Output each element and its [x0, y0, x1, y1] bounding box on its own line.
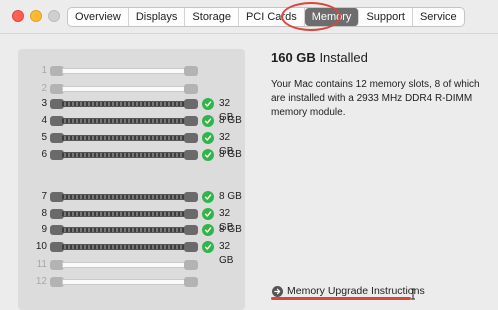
close-window-button[interactable]	[12, 10, 24, 22]
zoom-window-button[interactable]	[48, 10, 60, 22]
annotation-underline	[271, 297, 411, 300]
slot-number: 8	[41, 208, 47, 219]
slot-number: 2	[41, 83, 47, 94]
empty-slot-icon	[50, 260, 198, 270]
memory-slot-row: 7 8 GB	[18, 190, 245, 204]
memory-module-icon	[50, 209, 198, 219]
installed-summary: 160 GB Installed	[271, 50, 368, 65]
slot-number: 11	[36, 259, 47, 270]
tab-support[interactable]: Support	[359, 8, 413, 26]
memory-module-icon	[50, 133, 198, 143]
slot-number: 9	[41, 224, 47, 235]
memory-slot-row: 11	[18, 258, 245, 272]
slot-number: 6	[41, 149, 47, 160]
tab-displays[interactable]: Displays	[129, 8, 186, 26]
installed-value: 160 GB	[271, 50, 316, 65]
divider	[0, 33, 498, 34]
memory-slot-row: 1	[18, 64, 245, 78]
tab-bar: Overview Displays Storage PCI Cards Memo…	[67, 7, 465, 27]
memory-upgrade-link[interactable]: Memory Upgrade Instructions	[272, 284, 425, 298]
checkmark-icon	[202, 132, 214, 144]
checkmark-icon	[202, 98, 214, 110]
memory-slot-row: 9 8 GB	[18, 223, 245, 237]
tab-storage[interactable]: Storage	[185, 8, 239, 26]
slot-number: 5	[41, 132, 47, 143]
memory-upgrade-link-label: Memory Upgrade Instructions	[287, 285, 425, 297]
tab-pci-cards[interactable]: PCI Cards	[239, 8, 305, 26]
checkmark-icon	[202, 115, 214, 127]
tab-memory[interactable]: Memory	[304, 8, 360, 26]
checkmark-icon	[202, 208, 214, 220]
checkmark-icon	[202, 241, 214, 253]
slot-number: 10	[35, 241, 47, 252]
memory-module-icon	[50, 192, 198, 202]
tab-overview[interactable]: Overview	[68, 8, 129, 26]
memory-module-icon	[50, 116, 198, 126]
slot-size: 8 GB	[219, 224, 242, 235]
memory-slot-row: 3 32 GB	[18, 97, 245, 123]
slot-number: 3	[41, 98, 47, 109]
empty-slot-icon	[50, 84, 198, 94]
minimize-window-button[interactable]	[30, 10, 42, 22]
installed-label: Installed	[319, 50, 368, 65]
memory-slot-row: 12	[18, 275, 245, 289]
memory-slot-row: 10 32 GB	[18, 240, 245, 266]
memory-module-icon	[50, 150, 198, 160]
slot-number: 1	[41, 65, 47, 76]
slot-number: 4	[41, 115, 47, 126]
memory-slot-row: 6 8 GB	[18, 148, 245, 162]
empty-slot-icon	[50, 277, 198, 287]
tab-service[interactable]: Service	[413, 8, 464, 26]
checkmark-icon	[202, 224, 214, 236]
slot-number: 12	[35, 276, 47, 287]
slot-number: 7	[41, 191, 47, 202]
slot-size: 8 GB	[219, 115, 242, 126]
memory-description: Your Mac contains 12 memory slots, 8 of …	[271, 79, 480, 118]
memory-module-icon	[50, 225, 198, 235]
empty-slot-icon	[50, 66, 198, 76]
checkmark-icon	[202, 149, 214, 161]
memory-slots-panel: 1 2 3 32 GB 4 8 GB 5 32 GB 6 8 GB 7 8 GB 8 32 GB 9 8 GB…	[18, 49, 245, 310]
memory-slot-row: 5 32 GB	[18, 131, 245, 157]
arrow-right-circle-icon	[272, 285, 283, 297]
memory-slot-row: 8 32 GB	[18, 207, 245, 233]
checkmark-icon	[202, 191, 214, 203]
memory-module-icon	[50, 242, 198, 252]
memory-slot-row: 2	[18, 82, 245, 96]
slot-size: 8 GB	[219, 149, 242, 160]
title-bar: Overview Displays Storage PCI Cards Memo…	[0, 0, 498, 33]
slot-size: 8 GB	[219, 191, 242, 202]
memory-module-icon	[50, 99, 198, 109]
memory-slot-row: 4 8 GB	[18, 114, 245, 128]
